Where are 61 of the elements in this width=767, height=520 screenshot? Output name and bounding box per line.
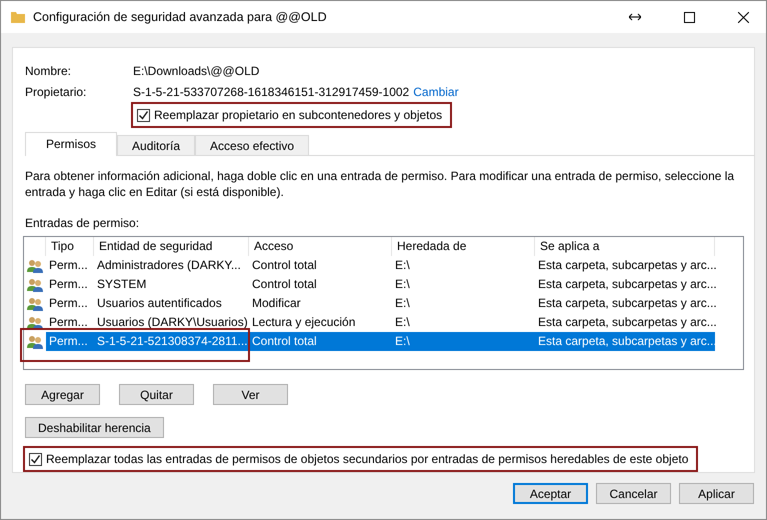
table-cell[interactable]: Esta carpeta, subcarpetas y arc... xyxy=(535,256,715,275)
table-cell[interactable]: E:\ xyxy=(392,294,535,313)
checkbox[interactable] xyxy=(29,452,42,466)
table-cell[interactable]: Usuarios autentificados xyxy=(94,294,249,313)
checkbox-label: Reemplazar propietario en subcontenedores y objetos xyxy=(154,108,442,122)
users-icon xyxy=(27,296,43,310)
dialog-button[interactable]: Cancelar xyxy=(596,483,671,504)
column-header[interactable]: Tipo xyxy=(46,237,94,256)
table-cell[interactable]: Modificar xyxy=(249,294,392,313)
info-text: Para obtener información adicional, haga doble clic en una entrada de permiso. Para modificar una entrada de permiso, seleccione la entrada y haga clic en Editar (si está disponible). xyxy=(25,168,736,200)
table-cell[interactable]: S-1-5-21-521308374-2811... xyxy=(94,332,249,351)
dialog-button[interactable]: Aplicar xyxy=(679,483,754,504)
checkbox-label: Reemplazar todas las entradas de permisos de objetos secundarios por entradas de permisos heredables de este objeto xyxy=(46,452,688,466)
table-cell[interactable]: Perm... xyxy=(46,313,94,332)
table-cell[interactable]: Perm... xyxy=(46,275,94,294)
field-label: Propietario: xyxy=(25,84,88,98)
table-cell[interactable]: Administradores (DARKY... xyxy=(94,256,249,275)
table-cell[interactable]: E:\ xyxy=(392,313,535,332)
maximize-icon[interactable] xyxy=(684,12,694,22)
table-cell[interactable]: Usuarios (DARKY\Usuarios) xyxy=(94,313,249,332)
field-value: S-1-5-21-533707268-1618346151-312917459-1002 xyxy=(133,84,410,98)
window-title: Configuración de seguridad avanzada para @@OLD xyxy=(33,10,328,24)
column-header[interactable]: Acceso xyxy=(249,237,392,256)
action-button[interactable]: Agregar xyxy=(25,384,100,405)
resize-icon[interactable] xyxy=(629,13,641,21)
table-cell[interactable]: Perm... xyxy=(46,294,94,313)
table-cell[interactable]: Control total xyxy=(249,332,392,351)
dialog-button[interactable]: Aceptar xyxy=(513,483,588,504)
tab[interactable]: Acceso efectivo xyxy=(195,135,310,155)
users-icon xyxy=(27,316,43,330)
table-cell[interactable]: Esta carpeta, subcarpetas y arc... xyxy=(535,294,715,313)
column-header[interactable]: Se aplica a xyxy=(535,237,715,256)
table-cell[interactable]: Esta carpeta, subcarpetas y arc... xyxy=(535,275,715,294)
column-header[interactable]: Entidad de seguridad xyxy=(94,237,249,256)
tab[interactable]: Auditoría xyxy=(117,135,196,155)
action-button[interactable]: Ver xyxy=(213,384,288,405)
close-icon[interactable] xyxy=(738,12,748,22)
table-cell[interactable]: Esta carpeta, subcarpetas y arc... xyxy=(535,313,715,332)
table-cell[interactable]: Esta carpeta, subcarpetas y arc... xyxy=(535,332,715,351)
table-cell[interactable]: E:\ xyxy=(392,275,535,294)
checkbox[interactable] xyxy=(137,108,150,122)
field-value: E:\Downloads\@@OLD xyxy=(133,64,260,78)
table-cell[interactable]: Control total xyxy=(249,275,392,294)
field-label: Nombre: xyxy=(25,64,72,78)
table-cell[interactable]: SYSTEM xyxy=(94,275,249,294)
inheritance-button[interactable]: Deshabilitar herencia xyxy=(25,417,164,438)
table-cell[interactable]: Control total xyxy=(249,256,392,275)
list-label: Entradas de permiso: xyxy=(25,216,140,230)
folder-icon xyxy=(11,11,25,23)
users-icon xyxy=(27,278,43,292)
tab[interactable]: Permisos xyxy=(25,132,118,156)
table-cell[interactable]: Lectura y ejecución xyxy=(249,313,392,332)
table-cell[interactable]: Perm... xyxy=(46,332,94,351)
table-cell[interactable]: E:\ xyxy=(392,256,535,275)
change-link[interactable]: Cambiar xyxy=(413,84,459,98)
users-icon xyxy=(27,258,43,272)
column-header[interactable]: Heredada de xyxy=(392,237,535,256)
table-cell[interactable]: E:\ xyxy=(392,332,535,351)
users-icon xyxy=(27,334,43,348)
action-button[interactable]: Quitar xyxy=(119,384,194,405)
table-cell[interactable]: Perm... xyxy=(46,256,94,275)
